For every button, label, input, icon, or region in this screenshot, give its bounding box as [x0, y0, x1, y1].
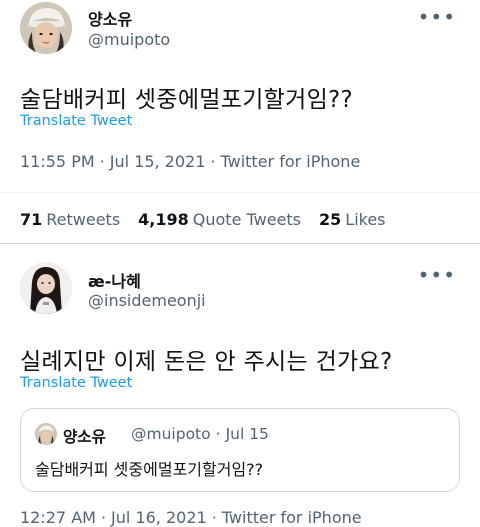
tweet-metadata: 11:55 PM · Jul 15, 2021 · Twitter for iPhone: [20, 152, 360, 171]
divider: [0, 192, 480, 193]
quoted-tweet-card[interactable]: 양소유 @muipoto · Jul 15 술담배커피 셋중에멀포기할거임??: [20, 408, 460, 492]
engagement-stats: 71 Retweets 4,198 Quote Tweets 25 Likes: [20, 210, 386, 229]
separator: ·: [210, 152, 216, 171]
tweet-source[interactable]: Twitter for iPhone: [220, 152, 360, 171]
quote-tweets-count: 4,198: [138, 210, 189, 229]
translate-tweet-link[interactable]: Translate Tweet: [20, 113, 132, 129]
tweet-time[interactable]: 11:55 PM: [20, 152, 95, 171]
quoted-handle-and-date: @muipoto · Jul 15: [131, 425, 269, 443]
quoted-display-name: 양소유: [63, 428, 106, 446]
tweet-text: 실례지만 이제 돈은 안 주시는 건가요?: [20, 349, 393, 375]
quote-tweets-label: Quote Tweets: [192, 210, 302, 229]
likes-label: Likes: [345, 210, 386, 229]
avatar-photo-icon: [35, 423, 57, 445]
quoted-avatar: [35, 423, 57, 445]
user-handle[interactable]: @muipoto: [88, 30, 170, 49]
likes-count: 25: [319, 210, 342, 229]
avatar[interactable]: [20, 2, 72, 54]
tweet-metadata: 12:27 AM · Jul 16, 2021 · Twitter for iPhone: [20, 508, 362, 527]
separator: ·: [99, 152, 105, 171]
tweet-time[interactable]: 12:27 AM: [20, 508, 96, 527]
tweet-text: 술담배커피 셋중에멀포기할거임??: [20, 87, 354, 113]
avatar-photo-icon: [20, 2, 72, 54]
user-handle[interactable]: @insidemeonji: [88, 291, 206, 310]
separator: ·: [215, 425, 221, 443]
avatar[interactable]: [20, 262, 72, 314]
display-name[interactable]: æ-나혜: [88, 268, 141, 292]
separator: ·: [211, 508, 217, 527]
retweets-label: Retweets: [46, 210, 121, 229]
tweet-detail-original: 양소유 @muipoto ••• 술담배커피 셋중에멀포기할거임?? Trans…: [0, 0, 480, 244]
separator: ·: [100, 508, 107, 527]
quoted-date: Jul 15: [225, 425, 269, 443]
display-name[interactable]: 양소유: [88, 6, 132, 30]
likes-stat[interactable]: 25 Likes: [319, 210, 386, 229]
quoted-handle: @muipoto: [131, 425, 211, 443]
retweets-count: 71: [20, 210, 43, 229]
tweet-date[interactable]: Jul 15, 2021: [110, 152, 206, 171]
tweet-source[interactable]: Twitter for iPhone: [222, 508, 362, 527]
quoted-tweet-text: 술담배커피 셋중에멀포기할거임??: [35, 460, 264, 479]
more-options-icon[interactable]: •••: [418, 265, 456, 285]
translate-tweet-link[interactable]: Translate Tweet: [20, 375, 132, 391]
tweet-date[interactable]: Jul 16, 2021: [111, 508, 207, 527]
quote-tweets-stat[interactable]: 4,198 Quote Tweets: [138, 210, 301, 229]
more-options-icon[interactable]: •••: [418, 7, 456, 27]
retweets-stat[interactable]: 71 Retweets: [20, 210, 120, 229]
avatar-photo-icon: [20, 262, 72, 314]
